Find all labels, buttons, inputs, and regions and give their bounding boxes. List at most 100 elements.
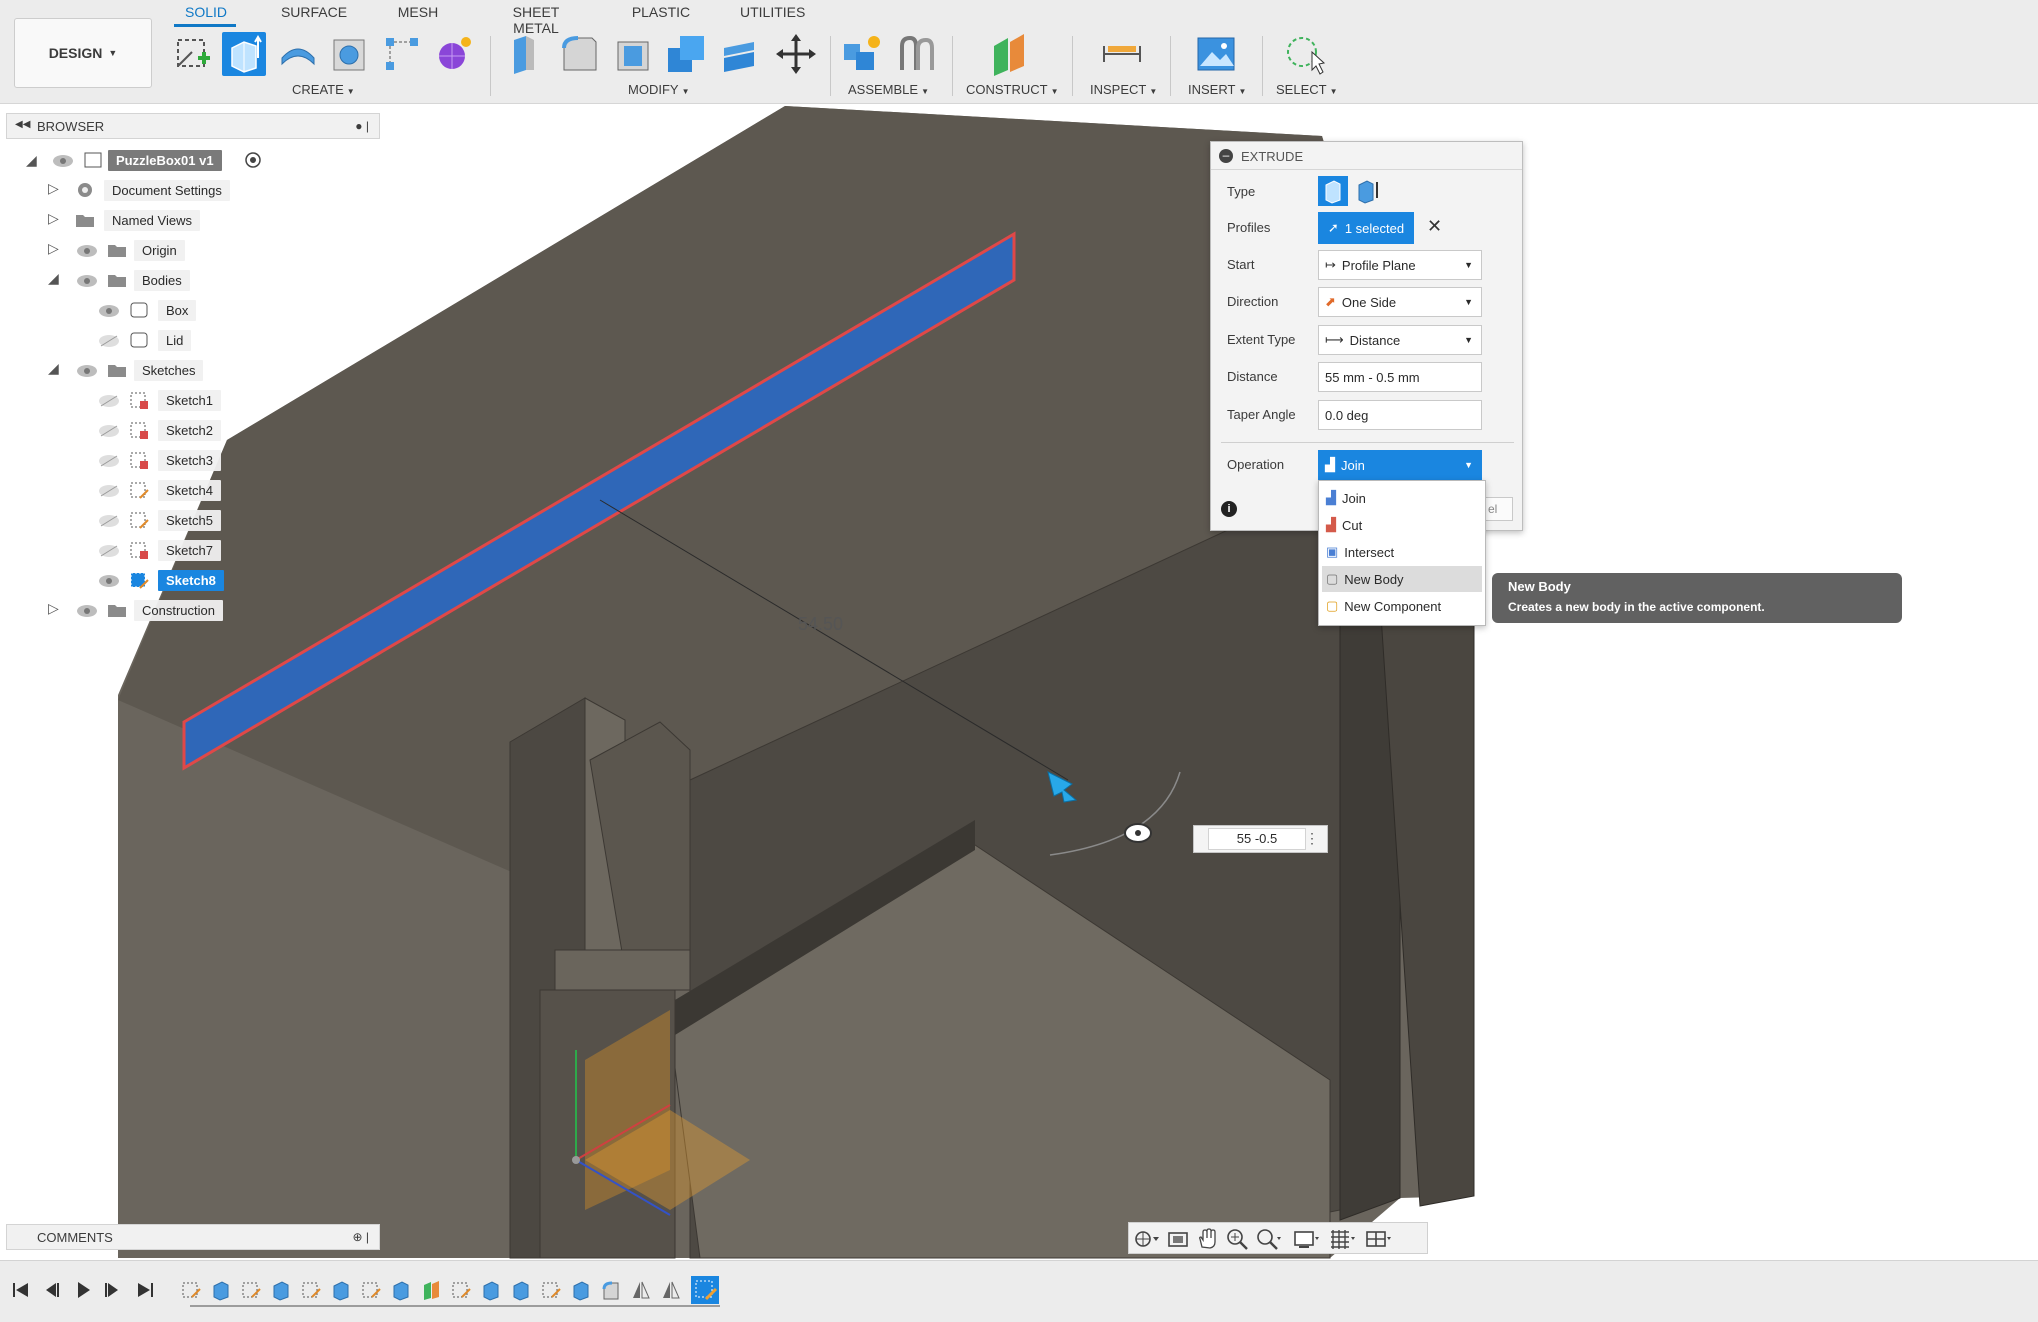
grid-settings-icon[interactable] — [1329, 1228, 1355, 1250]
select-icon[interactable] — [1282, 32, 1326, 76]
browser-item-construction[interactable]: Construction — [134, 598, 223, 623]
pattern-icon[interactable] — [380, 32, 424, 76]
hidden-eye-icon[interactable] — [98, 424, 120, 438]
step-back-icon[interactable] — [40, 1279, 62, 1301]
3d-viewport[interactable] — [0, 105, 2038, 1260]
select-menu[interactable]: SELECT ▼ — [1276, 82, 1338, 97]
visibility-eye-icon[interactable] — [98, 574, 120, 588]
timeline-sketch-icon[interactable] — [360, 1279, 382, 1301]
look-at-icon[interactable] — [1165, 1228, 1191, 1250]
visibility-eye-icon[interactable] — [76, 364, 98, 378]
tab-mesh[interactable]: MESH — [396, 4, 440, 26]
expand-triangle-icon[interactable]: ▷ — [48, 210, 59, 227]
browser-item-sketch5[interactable]: Sketch5 — [158, 508, 221, 533]
info-icon[interactable]: i — [1221, 501, 1237, 517]
browser-item-document-settings[interactable]: Document Settings — [104, 178, 230, 203]
collapse-dialog-icon[interactable]: – — [1219, 149, 1233, 163]
extent-type-select[interactable]: ⟼ Distance ▼ — [1318, 325, 1482, 355]
tab-surface[interactable]: SURFACE — [276, 4, 352, 26]
form-icon[interactable] — [432, 32, 476, 76]
hidden-eye-icon[interactable] — [98, 394, 120, 408]
insert-image-icon[interactable] — [1194, 32, 1238, 76]
browser-item-sketch8[interactable]: Sketch8 — [158, 568, 224, 593]
visibility-eye-icon[interactable] — [52, 154, 74, 168]
timeline-extrude-icon[interactable] — [390, 1279, 412, 1301]
start-select[interactable]: ↦ Profile Plane ▼ — [1318, 250, 1482, 280]
joint-icon[interactable] — [894, 32, 938, 76]
hidden-eye-icon[interactable] — [98, 454, 120, 468]
operation-option-new-component[interactable]: ▢ New Component — [1322, 593, 1482, 619]
tab-plastic[interactable]: PLASTIC — [630, 4, 692, 26]
fillet-icon[interactable] — [558, 32, 602, 76]
orbit-icon[interactable] — [1133, 1228, 1159, 1250]
add-comment-icon[interactable]: ⊕ | — [352, 1230, 369, 1244]
type-thin-icon[interactable] — [1351, 176, 1381, 206]
profiles-selection-button[interactable]: ➚ 1 selected — [1318, 212, 1414, 244]
browser-item-box[interactable]: Box — [158, 298, 197, 323]
shell-icon[interactable] — [612, 32, 656, 76]
hidden-eye-icon[interactable] — [98, 334, 120, 348]
combine-icon[interactable] — [664, 32, 708, 76]
timeline-fillet-icon[interactable] — [600, 1279, 622, 1301]
visibility-eye-icon[interactable] — [76, 244, 98, 258]
timeline-extrude-icon[interactable] — [480, 1279, 502, 1301]
more-options-icon[interactable]: ⋮ — [1305, 830, 1319, 847]
timeline-current-sketch-icon[interactable] — [690, 1275, 720, 1305]
browser-item-sketch7[interactable]: Sketch7 — [158, 538, 221, 563]
distance-field[interactable]: 55 mm - 0.5 mm — [1318, 362, 1482, 392]
insert-menu[interactable]: INSERT ▼ — [1188, 82, 1246, 97]
create-menu[interactable]: CREATE ▼ — [292, 82, 355, 97]
operation-option-cut[interactable]: ▟ Cut — [1322, 512, 1482, 538]
operation-option-new-body[interactable]: ▢ New Body — [1322, 566, 1482, 592]
visibility-eye-icon[interactable] — [76, 274, 98, 288]
distance-dimension-input[interactable]: 55 -0.5 ⋮ — [1193, 825, 1328, 853]
modify-menu[interactable]: MODIFY ▼ — [628, 82, 689, 97]
taper-angle-field[interactable]: 0.0 deg — [1318, 400, 1482, 430]
timeline-plane-icon[interactable] — [420, 1279, 442, 1301]
timeline-sketch-icon[interactable] — [540, 1279, 562, 1301]
expand-triangle-icon[interactable]: ▷ — [48, 180, 59, 197]
visibility-eye-icon[interactable] — [76, 604, 98, 618]
operation-option-join[interactable]: ▟ Join — [1322, 485, 1482, 511]
collapse-triangle-icon[interactable]: ◢ — [48, 360, 59, 377]
timeline-sketch-icon[interactable] — [180, 1279, 202, 1301]
browser-item-origin[interactable]: Origin — [134, 238, 185, 263]
hidden-eye-icon[interactable] — [98, 514, 120, 528]
clear-selection-icon[interactable]: ✕ — [1427, 216, 1442, 237]
browser-item-sketch2[interactable]: Sketch2 — [158, 418, 221, 443]
go-to-start-icon[interactable] — [10, 1279, 32, 1301]
hole-icon[interactable] — [328, 32, 372, 76]
workspace-switcher[interactable]: DESIGN ▼ — [14, 18, 152, 88]
timeline-extrude-icon[interactable] — [570, 1279, 592, 1301]
assemble-menu[interactable]: ASSEMBLE ▼ — [848, 82, 929, 97]
viewports-icon[interactable] — [1365, 1228, 1391, 1250]
timeline-sketch-icon[interactable] — [450, 1279, 472, 1301]
timeline-extrude-icon[interactable] — [210, 1279, 232, 1301]
browser-item-bodies[interactable]: Bodies — [134, 268, 190, 293]
zoom-window-icon[interactable] — [1255, 1228, 1281, 1250]
move-icon[interactable] — [774, 32, 818, 76]
hidden-eye-icon[interactable] — [98, 544, 120, 558]
go-to-end-icon[interactable] — [134, 1279, 156, 1301]
operation-option-intersect[interactable]: ▣ Intersect — [1322, 539, 1482, 565]
tab-solid[interactable]: SOLID — [184, 4, 228, 26]
direction-select[interactable]: ⬈ One Side ▼ — [1318, 287, 1482, 317]
tab-sheet-metal[interactable]: SHEET METAL — [490, 4, 582, 36]
revolve-icon[interactable] — [276, 32, 320, 76]
measure-icon[interactable] — [1100, 32, 1144, 76]
offset-plane-icon[interactable] — [988, 32, 1032, 76]
timeline-sketch-icon[interactable] — [300, 1279, 322, 1301]
timeline-extrude-icon[interactable] — [270, 1279, 292, 1301]
panel-pin-icon[interactable]: ● | — [355, 119, 369, 133]
timeline-mirror-icon[interactable] — [660, 1279, 682, 1301]
press-pull-icon[interactable] — [504, 32, 548, 76]
play-icon[interactable] — [72, 1279, 94, 1301]
hidden-eye-icon[interactable] — [98, 484, 120, 498]
inspect-menu[interactable]: INSPECT ▼ — [1090, 82, 1157, 97]
browser-item-sketches[interactable]: Sketches — [134, 358, 204, 383]
operation-select[interactable]: ▟ Join ▼ — [1318, 450, 1482, 480]
offset-face-icon[interactable] — [718, 32, 762, 76]
visibility-eye-icon[interactable] — [98, 304, 120, 318]
expand-triangle-icon[interactable]: ▷ — [48, 600, 59, 617]
new-component-icon[interactable] — [840, 32, 884, 76]
